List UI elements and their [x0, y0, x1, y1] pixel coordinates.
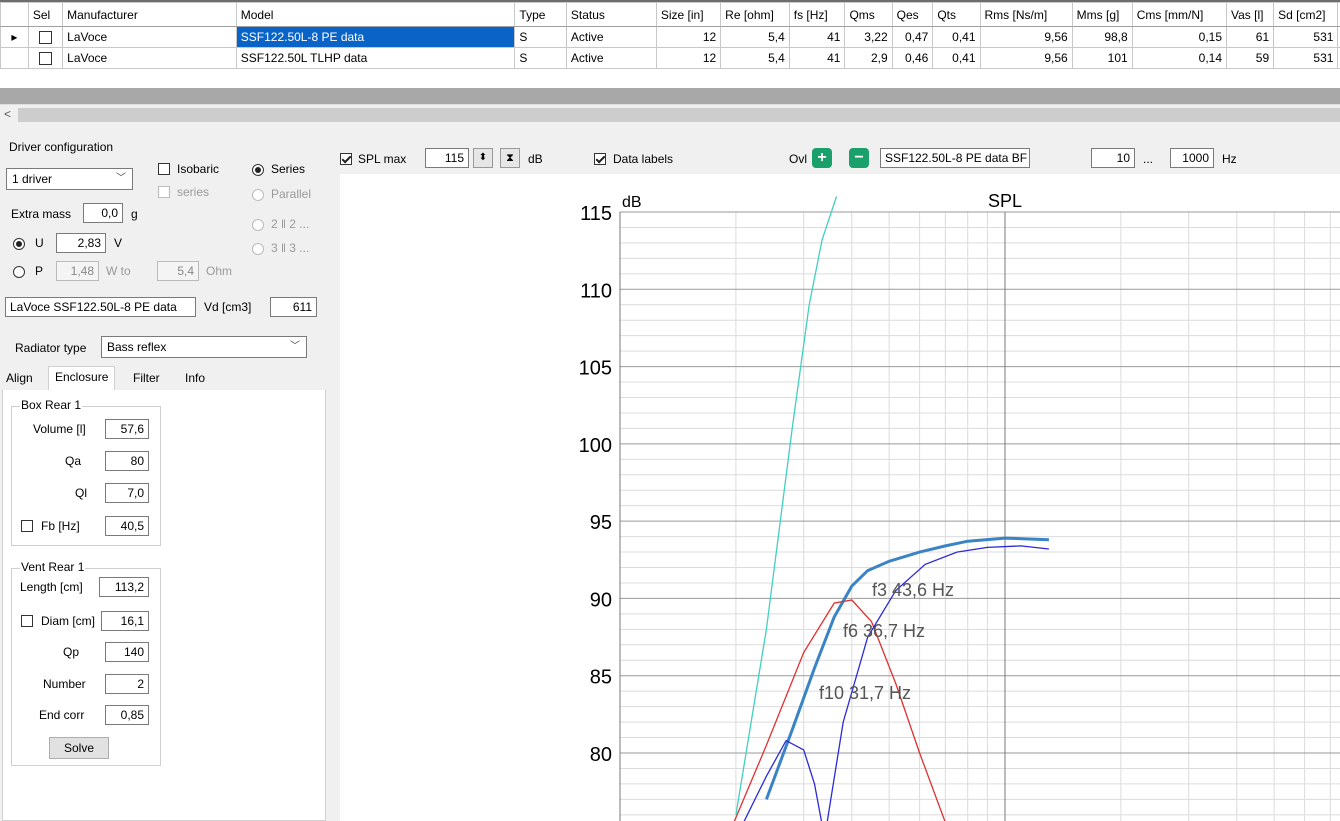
y-tick-label: 80 [590, 744, 612, 766]
y-tick-label: 95 [590, 512, 612, 534]
f3-annotation: f3 43,6 Hz [872, 580, 954, 600]
y-tick-label: 85 [590, 667, 612, 689]
spl-chart: 115 110 105 100 95 90 85 80 dB SPL f3 43,6 Hz f… [340, 174, 1340, 821]
y-axis-unit-label: dB [622, 194, 642, 211]
chart-title: SPL [988, 191, 1022, 211]
y-tick-label: 100 [579, 435, 612, 457]
y-tick-label: 115 [580, 203, 612, 225]
f10-annotation: f10 31,7 Hz [819, 683, 911, 703]
y-tick-label: 110 [580, 280, 612, 302]
y-tick-label: 90 [590, 589, 612, 611]
f6-annotation: f6 36,7 Hz [843, 621, 925, 641]
y-tick-label: 105 [579, 358, 612, 380]
chart-background [340, 174, 1340, 821]
